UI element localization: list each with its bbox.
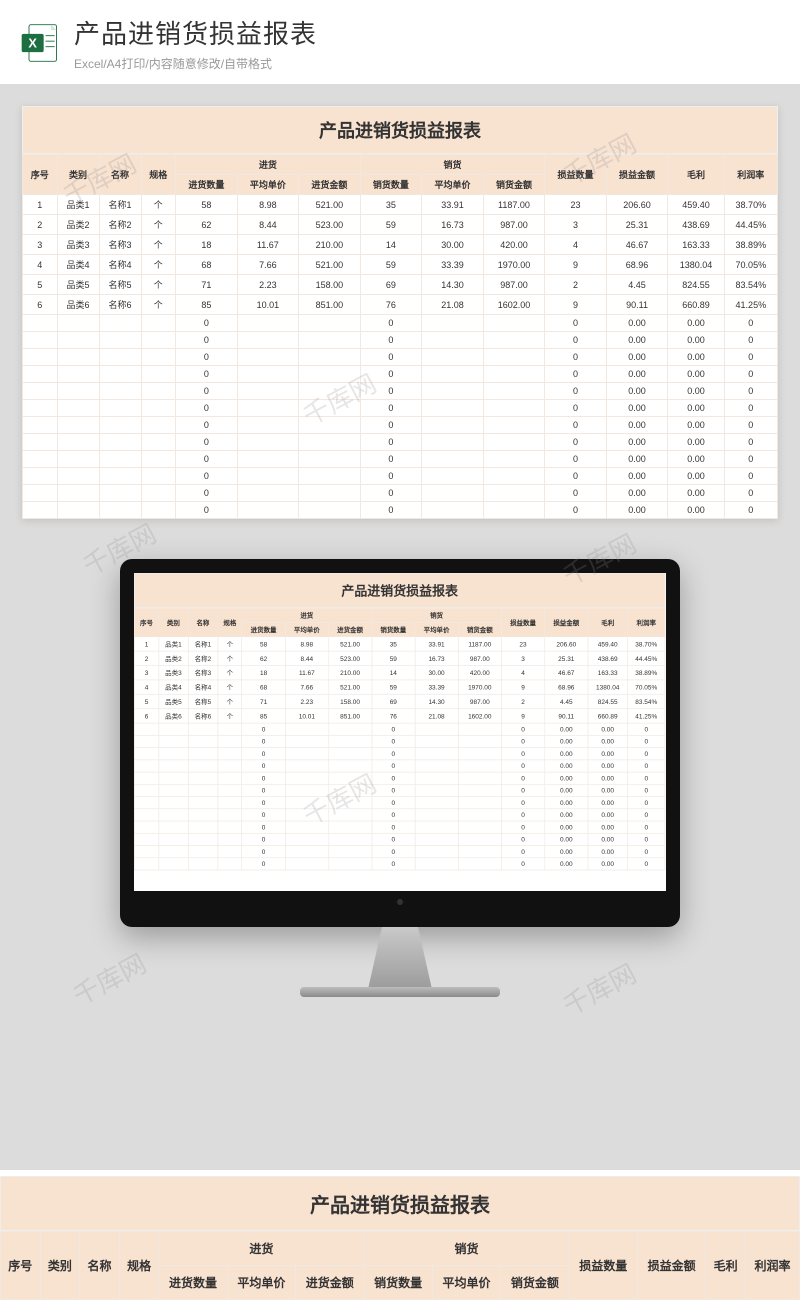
table-row: 3品类3名称3个 1811.67210.00 1430.00420.00 446… bbox=[134, 666, 665, 680]
col-margin: 利润率 bbox=[628, 608, 665, 637]
table-row: 1品类1名称1个 588.98521.00 3533.911187.00 232… bbox=[23, 195, 778, 215]
table-row: 6品类6名称6个 8510.01851.00 7621.081602.00 99… bbox=[23, 295, 778, 315]
col-name: 名称 bbox=[80, 1232, 120, 1300]
table-row: 5品类5名称5个 712.23158.00 6914.30987.00 24.4… bbox=[134, 694, 665, 708]
col-purchase-qty: 进货数量 bbox=[176, 175, 238, 195]
col-seq: 序号 bbox=[1, 1232, 41, 1300]
table-row: 3品类3名称3个 1811.67210.00 1430.00420.00 446… bbox=[23, 235, 778, 255]
table-row: 2品类2名称2个 628.44523.00 5916.73987.00 325.… bbox=[134, 651, 665, 665]
col-category: 类别 bbox=[40, 1232, 80, 1300]
col-gross: 毛利 bbox=[668, 155, 724, 195]
col-name: 名称 bbox=[99, 155, 141, 195]
col-sales-amount: 销货金额 bbox=[501, 1266, 569, 1300]
table-row: 2品类2名称2个 628.44523.00 5916.73987.00 325.… bbox=[23, 215, 778, 235]
table-row: 0 0 00.000.000 bbox=[134, 833, 665, 845]
table-row: 4品类4名称4个 687.66521.00 5933.391970.00 968… bbox=[23, 255, 778, 275]
col-pl-qty: 损益数量 bbox=[501, 608, 544, 637]
table-row: 0 0 00.000.000 bbox=[134, 760, 665, 772]
table-row: 0 0 00.000.000 bbox=[134, 846, 665, 858]
excel-icon: X bbox=[18, 21, 62, 65]
col-purchase-qty: 进货数量 bbox=[242, 622, 285, 636]
table-row: 0 0 00.000.000 bbox=[23, 451, 778, 468]
page-title: 产品进销货损益报表 bbox=[74, 14, 782, 51]
table-row: 0 0 00.000.000 bbox=[23, 417, 778, 434]
table-row: 0 0 00.000.000 bbox=[23, 468, 778, 485]
report-title: 产品进销货损益报表 bbox=[0, 1176, 800, 1231]
table-row: 0 0 00.000.000 bbox=[23, 502, 778, 519]
col-sales-amount: 销货金额 bbox=[458, 622, 501, 636]
col-purchase-price: 平均单价 bbox=[237, 175, 299, 195]
col-purchase-amount: 进货金额 bbox=[296, 1266, 364, 1300]
col-sales-price: 平均单价 bbox=[432, 1266, 500, 1300]
table-row: 5品类5名称5个 712.23158.00 6914.30987.00 24.4… bbox=[23, 275, 778, 295]
col-purchase-amount: 进货金额 bbox=[299, 175, 361, 195]
table-row: 0 0 00.000.000 bbox=[134, 723, 665, 735]
col-group-sales: 销货 bbox=[360, 155, 545, 175]
page-subtitle: Excel/A4打印/内容随意修改/自带格式 bbox=[74, 55, 782, 72]
table-row: 6品类6名称6个 8510.01851.00 7621.081602.00 99… bbox=[134, 709, 665, 723]
table-row: 0 0 00.000.000 bbox=[134, 821, 665, 833]
table-row: 0 0 00.000.000 bbox=[23, 485, 778, 502]
table-row: 0 0 00.000.000 bbox=[23, 366, 778, 383]
table-row: 0 0 00.000.000 bbox=[134, 735, 665, 747]
col-group-purchase: 进货 bbox=[242, 608, 372, 622]
col-pl-qty: 损益数量 bbox=[569, 1232, 637, 1300]
table-row: 0 0 00.000.000 bbox=[134, 772, 665, 784]
col-name: 名称 bbox=[188, 608, 218, 637]
col-group-purchase: 进货 bbox=[159, 1232, 364, 1266]
table-row: 0 0 00.000.000 bbox=[134, 784, 665, 796]
table-row: 0 0 00.000.000 bbox=[23, 434, 778, 451]
col-pl-amount: 损益金额 bbox=[545, 608, 588, 637]
page-header: X 产品进销货损益报表 Excel/A4打印/内容随意修改/自带格式 bbox=[0, 0, 800, 84]
table-row: 0 0 00.000.000 bbox=[134, 809, 665, 821]
report-title: 产品进销货损益报表 bbox=[22, 106, 778, 154]
report-table: 序号 类别 名称 规格 进货 销货 损益数量 损益金额 毛利 利润率 进货数量 … bbox=[22, 154, 778, 519]
col-group-purchase: 进货 bbox=[176, 155, 361, 175]
col-spec: 规格 bbox=[119, 1232, 159, 1300]
col-purchase-qty: 进货数量 bbox=[159, 1266, 227, 1300]
col-spec: 规格 bbox=[141, 155, 176, 195]
table-row: 0 0 00.000.000 bbox=[23, 315, 778, 332]
col-pl-qty: 损益数量 bbox=[545, 155, 607, 195]
table-row: 0 0 00.000.000 bbox=[23, 383, 778, 400]
report-title: 产品进销货损益报表 bbox=[134, 573, 665, 608]
col-category: 类别 bbox=[159, 608, 189, 637]
col-gross: 毛利 bbox=[706, 1232, 746, 1300]
col-pl-amount: 损益金额 bbox=[638, 1232, 706, 1300]
col-purchase-price: 平均单价 bbox=[227, 1266, 295, 1300]
report-table: 序号 类别 名称 规格 进货 销货 损益数量 损益金额 毛利 利润率 进货数量 … bbox=[0, 1231, 800, 1300]
table-row: 0 0 00.000.000 bbox=[23, 349, 778, 366]
report-table: 序号 类别 名称 规格 进货 销货 损益数量 损益金额 毛利 利润率 进货数量 … bbox=[134, 608, 665, 871]
table-row: 0 0 00.000.000 bbox=[134, 797, 665, 809]
col-purchase-amount: 进货金额 bbox=[328, 622, 371, 636]
col-gross: 毛利 bbox=[588, 608, 628, 637]
col-category: 类别 bbox=[57, 155, 99, 195]
table-row: 0 0 00.000.000 bbox=[23, 332, 778, 349]
col-spec: 规格 bbox=[218, 608, 242, 637]
table-row: 0 0 00.000.000 bbox=[134, 748, 665, 760]
table-row: 1品类1名称1个 588.98521.00 3533.911187.00 232… bbox=[134, 637, 665, 651]
col-sales-amount: 销货金额 bbox=[483, 175, 545, 195]
table-row: 0 0 00.000.000 bbox=[23, 400, 778, 417]
table-row: 0 0 00.000.000 bbox=[134, 858, 665, 870]
spreadsheet-preview-cropped: 产品进销货损益报表 序号 类别 名称 规格 进货 销货 损益数量 损益金额 毛利… bbox=[0, 1170, 800, 1300]
spreadsheet-preview: 产品进销货损益报表 序号 类别 名称 规格 进货 销货 损益数量 损益金额 毛利… bbox=[22, 106, 778, 519]
col-group-sales: 销货 bbox=[372, 608, 502, 622]
col-sales-price: 平均单价 bbox=[415, 622, 458, 636]
col-margin: 利润率 bbox=[724, 155, 777, 195]
col-sales-price: 平均单价 bbox=[422, 175, 484, 195]
monitor-mockup: 产品进销货损益报表 序号 类别 名称 规格 进货 销货 损益数量 损益金额 毛利… bbox=[0, 559, 800, 997]
col-sales-qty: 销货数量 bbox=[364, 1266, 432, 1300]
col-seq: 序号 bbox=[134, 608, 158, 637]
col-seq: 序号 bbox=[23, 155, 58, 195]
col-group-sales: 销货 bbox=[364, 1232, 569, 1266]
svg-text:X: X bbox=[28, 36, 37, 51]
col-sales-qty: 销货数量 bbox=[372, 622, 415, 636]
col-sales-qty: 销货数量 bbox=[360, 175, 422, 195]
col-purchase-price: 平均单价 bbox=[285, 622, 328, 636]
col-margin: 利润率 bbox=[745, 1232, 799, 1300]
table-row: 4品类4名称4个 687.66521.00 5933.391970.00 968… bbox=[134, 680, 665, 694]
col-pl-amount: 损益金额 bbox=[606, 155, 668, 195]
